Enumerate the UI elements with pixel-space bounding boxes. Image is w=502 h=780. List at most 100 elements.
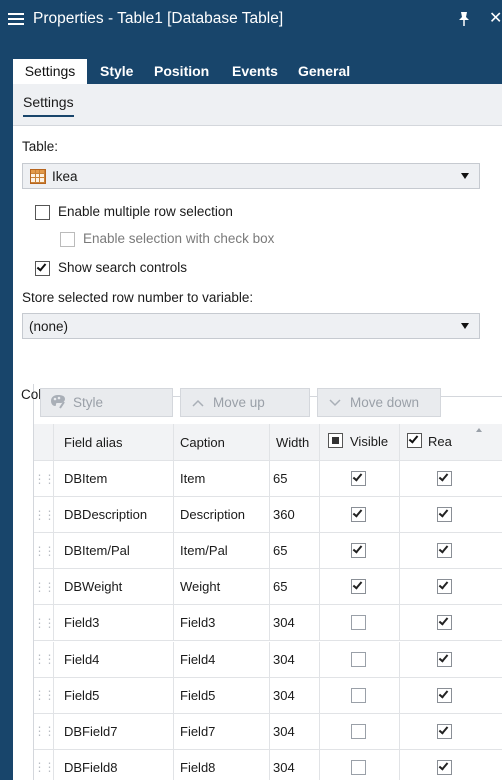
style-button-label: Style	[73, 395, 104, 410]
drag-handle-icon[interactable]: ⋮⋮	[34, 749, 54, 780]
hamburger-menu-icon[interactable]	[8, 13, 24, 25]
field-alias-cell[interactable]: DBItem/Pal	[54, 533, 174, 569]
visible-checkbox[interactable]	[351, 651, 366, 667]
visible-checkbox[interactable]	[351, 507, 366, 523]
drag-handle-icon[interactable]: ⋮⋮	[34, 641, 54, 677]
header-width[interactable]: Width	[270, 424, 320, 460]
scroll-up-icon[interactable]	[476, 428, 482, 432]
table-row[interactable]: ⋮⋮ DBItem/Pal Item/Pal 65	[34, 533, 502, 570]
readonly-checkbox[interactable]	[437, 615, 452, 631]
chevron-down-icon	[461, 173, 469, 179]
visible-checkbox[interactable]	[351, 615, 366, 631]
caption-cell[interactable]: Description	[174, 497, 270, 533]
drag-handle-icon[interactable]: ⋮⋮	[34, 713, 54, 749]
header-readonly-checkbox[interactable]	[407, 433, 422, 448]
readonly-checkbox[interactable]	[437, 651, 452, 667]
width-cell[interactable]: 304	[270, 749, 320, 780]
tab-settings[interactable]: Settings	[13, 59, 87, 84]
field-alias-cell[interactable]: DBField8	[54, 749, 174, 780]
tab-general[interactable]: General	[290, 59, 358, 84]
show-search-controls-checkbox[interactable]	[35, 261, 50, 276]
table-row[interactable]: ⋮⋮ DBWeight Weight 65	[34, 569, 502, 606]
header-caption[interactable]: Caption	[174, 424, 270, 460]
table-row[interactable]: ⋮⋮ DBField7 Field7 304	[34, 713, 502, 750]
tab-events[interactable]: Events	[224, 59, 286, 84]
table-row[interactable]: ⋮⋮ DBDescription Description 360	[34, 497, 502, 534]
field-alias-cell[interactable]: Field3	[54, 605, 174, 641]
caption-cell[interactable]: Field7	[174, 713, 270, 749]
drag-handle-icon[interactable]: ⋮⋮	[34, 677, 54, 713]
width-cell[interactable]: 65	[270, 461, 320, 496]
tab-position[interactable]: Position	[146, 59, 217, 84]
readonly-checkbox[interactable]	[437, 687, 452, 703]
pin-icon[interactable]	[457, 11, 471, 27]
caption-cell[interactable]: Field3	[174, 605, 270, 641]
move-up-button[interactable]: Move up	[180, 388, 310, 417]
columns-grid: Field alias Caption Width Visible Rea ⋮⋮…	[34, 424, 502, 780]
close-icon[interactable]: ✕	[489, 10, 502, 28]
drag-handle-icon[interactable]: ⋮⋮	[34, 605, 54, 641]
table-row[interactable]: ⋮⋮ DBField8 Field8 304	[34, 749, 502, 780]
visible-cell	[320, 677, 400, 713]
readonly-checkbox[interactable]	[437, 723, 452, 739]
readonly-checkbox[interactable]	[437, 543, 452, 559]
left-edge	[0, 84, 13, 780]
visible-cell	[320, 749, 400, 780]
field-alias-cell[interactable]: DBDescription	[54, 497, 174, 533]
readonly-cell	[400, 714, 502, 749]
table-row[interactable]: ⋮⋮ DBItem Item 65	[34, 461, 502, 497]
readonly-checkbox[interactable]	[437, 507, 452, 523]
width-cell[interactable]: 304	[270, 605, 320, 641]
width-cell[interactable]: 65	[270, 533, 320, 569]
visible-checkbox[interactable]	[351, 579, 366, 595]
visible-checkbox[interactable]	[351, 543, 366, 559]
field-alias-cell[interactable]: DBField7	[54, 713, 174, 749]
width-cell[interactable]: 304	[270, 641, 320, 677]
field-alias-cell[interactable]: Field4	[54, 641, 174, 677]
readonly-cell	[400, 533, 502, 568]
header-readonly[interactable]: Rea	[400, 424, 502, 460]
style-button[interactable]: Style	[40, 388, 173, 417]
drag-handle-icon[interactable]: ⋮⋮	[34, 461, 54, 496]
visible-checkbox[interactable]	[351, 723, 366, 739]
width-cell[interactable]: 304	[270, 713, 320, 749]
visible-checkbox[interactable]	[351, 759, 366, 775]
drag-handle-icon[interactable]: ⋮⋮	[34, 497, 54, 533]
caption-cell[interactable]: Field4	[174, 641, 270, 677]
header-visible-checkbox[interactable]	[328, 433, 343, 448]
store-variable-dropdown[interactable]: (none)	[22, 313, 480, 339]
width-cell[interactable]: 65	[270, 569, 320, 605]
width-cell[interactable]: 304	[270, 677, 320, 713]
table-dropdown[interactable]: Ikea	[22, 163, 480, 189]
caption-cell[interactable]: Weight	[174, 569, 270, 605]
width-cell[interactable]: 360	[270, 497, 320, 533]
visible-cell	[320, 605, 400, 641]
header-visible[interactable]: Visible	[320, 424, 400, 460]
table-row[interactable]: ⋮⋮ Field4 Field4 304	[34, 641, 502, 678]
visible-cell	[320, 569, 400, 605]
readonly-checkbox[interactable]	[437, 759, 452, 775]
readonly-checkbox[interactable]	[437, 471, 452, 486]
caption-cell[interactable]: Field8	[174, 749, 270, 780]
caption-cell[interactable]: Item/Pal	[174, 533, 270, 569]
table-row[interactable]: ⋮⋮ Field3 Field3 304	[34, 605, 502, 642]
header-field-alias[interactable]: Field alias	[54, 424, 174, 460]
table-row[interactable]: ⋮⋮ Field5 Field5 304	[34, 677, 502, 714]
subtab-settings[interactable]: Settings	[23, 94, 74, 117]
tab-style[interactable]: Style	[92, 59, 141, 84]
enable-multiple-row-selection-checkbox[interactable]	[35, 205, 50, 220]
move-down-button[interactable]: Move down	[317, 388, 441, 417]
drag-handle-icon[interactable]: ⋮⋮	[34, 533, 54, 569]
readonly-checkbox[interactable]	[437, 579, 452, 595]
field-alias-cell[interactable]: Field5	[54, 677, 174, 713]
visible-checkbox[interactable]	[351, 471, 366, 486]
drag-handle-icon[interactable]: ⋮⋮	[34, 569, 54, 605]
visible-checkbox[interactable]	[351, 687, 366, 703]
caption-cell[interactable]: Field5	[174, 677, 270, 713]
caption-cell[interactable]: Item	[174, 461, 270, 496]
field-alias-cell[interactable]: DBWeight	[54, 569, 174, 605]
palette-icon	[49, 394, 67, 412]
enable-selection-with-checkbox-checkbox[interactable]	[60, 232, 75, 247]
subtab-bar: Settings	[13, 84, 502, 126]
field-alias-cell[interactable]: DBItem	[54, 461, 174, 496]
